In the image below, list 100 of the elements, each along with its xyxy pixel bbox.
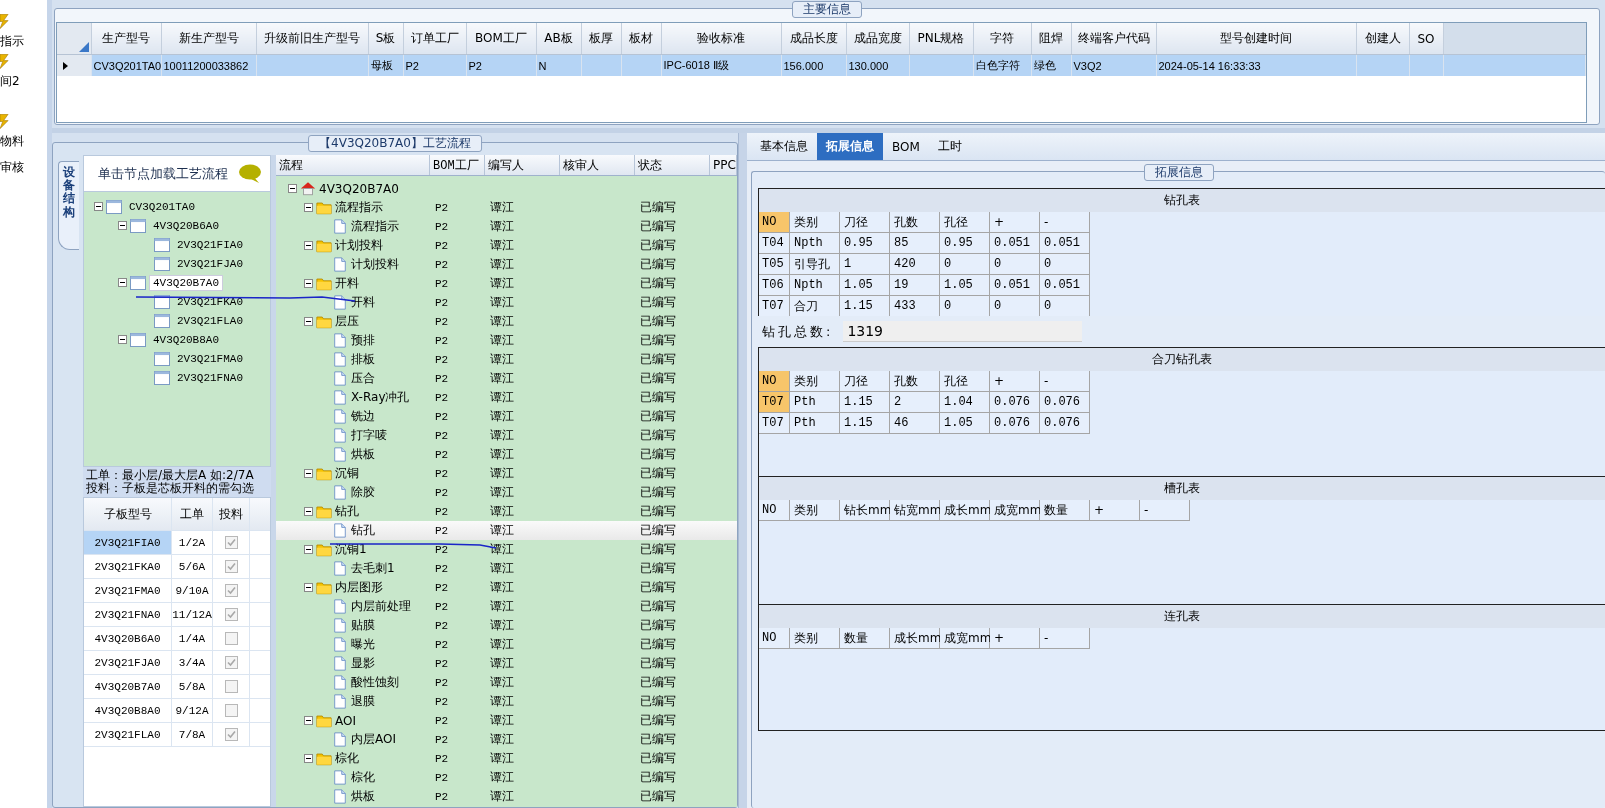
flow-row[interactable]: 开料 P2 谭江 已编写 xyxy=(276,293,737,312)
flow-row[interactable]: 去毛刺1 P2 谭江 已编写 xyxy=(276,559,737,578)
table-cell[interactable]: 2V3Q21FMA0 xyxy=(84,579,172,602)
column-header[interactable]: 类别 xyxy=(790,628,840,649)
tree-item[interactable]: 2V3Q21FNA0 xyxy=(173,369,247,386)
tree-item[interactable]: 2V3Q21FIA0 xyxy=(173,236,247,253)
column-header[interactable]: 流程 xyxy=(276,155,430,175)
sidebar-item[interactable]: 物料 xyxy=(0,133,24,150)
column-header[interactable]: 阻焊 xyxy=(1031,23,1071,55)
column-header[interactable]: 成长mm xyxy=(890,628,940,649)
column-header[interactable]: - xyxy=(1040,371,1090,392)
column-header[interactable]: 成宽mm xyxy=(990,500,1040,521)
column-header[interactable]: 升级前旧生产型号 xyxy=(256,23,368,55)
column-header[interactable]: SO xyxy=(1409,23,1443,55)
checkbox[interactable] xyxy=(224,728,238,741)
flow-row[interactable]: 内层AOI P2 谭江 已编写 xyxy=(276,730,737,749)
flow-row[interactable]: 打字唛 P2 谭江 已编写 xyxy=(276,426,737,445)
column-header[interactable]: 验收标准 xyxy=(661,23,781,55)
collapse-icon[interactable] xyxy=(118,335,127,344)
column-header[interactable]: BOM工厂 xyxy=(430,155,485,175)
column-header[interactable]: 成品长度 xyxy=(781,23,846,55)
collapse-icon[interactable] xyxy=(118,221,127,230)
flow-row[interactable]: 计划投料 P2 谭江 已编写 xyxy=(276,255,737,274)
flow-row[interactable]: 4V3Q20B7A0 xyxy=(276,179,737,198)
flow-row[interactable]: 贴膜 P2 谭江 已编写 xyxy=(276,616,737,635)
flow-row[interactable]: 烘板 P2 谭江 已编写 xyxy=(276,787,737,806)
collapse-icon[interactable] xyxy=(304,545,313,554)
collapse-icon[interactable] xyxy=(304,203,313,212)
column-header[interactable]: 板材 xyxy=(621,23,661,55)
checkbox[interactable] xyxy=(224,704,238,717)
collapse-icon[interactable] xyxy=(304,716,313,725)
column-header[interactable]: 数量 xyxy=(840,628,890,649)
table-row[interactable]: CV3Q201TA0 10011200033862 母板 P2 P2 N IPC-6018 Ⅱ级 156.000 130.000 白色字符 绿色 V3Q2 2024-05-14 16:33:33 xyxy=(57,54,1586,76)
table-cell[interactable]: 2V3Q21FJA0 xyxy=(84,651,172,674)
column-header[interactable]: - xyxy=(1140,500,1190,521)
tree-item[interactable]: CV3Q201TA0 xyxy=(125,198,199,215)
column-header[interactable]: 孔径 xyxy=(940,371,990,392)
column-header[interactable]: 字符 xyxy=(973,23,1031,55)
collapse-icon[interactable] xyxy=(304,507,313,516)
tree-item[interactable]: 2V3Q21FJA0 xyxy=(173,255,247,272)
table-cell[interactable]: 2V3Q21FLA0 xyxy=(84,723,172,746)
column-header[interactable]: + xyxy=(990,212,1040,233)
column-header[interactable]: 状态 xyxy=(635,155,710,175)
table-cell[interactable]: 2V3Q21FKA0 xyxy=(84,555,172,578)
table-cell[interactable]: 4V3Q20B8A0 xyxy=(84,699,172,722)
column-header[interactable]: 类别 xyxy=(790,500,840,521)
tree-item[interactable]: 4V3Q20B8A0 xyxy=(149,331,223,348)
flow-row[interactable]: 烘板 P2 谭江 已编写 xyxy=(276,445,737,464)
column-header[interactable]: 钻宽mm xyxy=(890,500,940,521)
tree-item[interactable]: 2V3Q21FKA0 xyxy=(173,293,247,310)
column-header[interactable]: NO xyxy=(759,371,790,392)
flow-row[interactable]: 棕化 P2 谭江 已编写 xyxy=(276,749,737,768)
tree-item[interactable]: 2V3Q21FMA0 xyxy=(173,350,247,367)
table-cell[interactable]: 4V3Q20B6A0 xyxy=(84,627,172,650)
flow-row[interactable]: 流程指示 P2 谭江 已编写 xyxy=(276,217,737,236)
sidebar-item[interactable]: 审核 xyxy=(0,159,24,176)
column-header[interactable]: - xyxy=(1040,212,1090,233)
column-header[interactable]: 孔径 xyxy=(940,212,990,233)
collapse-icon[interactable] xyxy=(304,317,313,326)
column-header[interactable]: S板 xyxy=(368,23,403,55)
checkbox[interactable] xyxy=(224,680,238,693)
flow-row[interactable]: 显影 P2 谭江 已编写 xyxy=(276,654,737,673)
table-cell[interactable]: 2V3Q21FNA0 xyxy=(84,603,172,626)
flow-row[interactable]: 退膜 P2 谭江 已编写 xyxy=(276,692,737,711)
column-header[interactable]: NO xyxy=(759,500,790,521)
collapse-icon[interactable] xyxy=(94,202,103,211)
tab[interactable]: 基本信息 xyxy=(751,133,817,160)
tab[interactable]: BOM xyxy=(883,133,929,160)
flow-row[interactable]: 酸性蚀刻 P2 谭江 已编写 xyxy=(276,673,737,692)
column-header[interactable]: 终端客户代码 xyxy=(1071,23,1156,55)
column-header[interactable]: 刀径 xyxy=(840,371,890,392)
flow-row[interactable]: X-Ray冲孔 P2 谭江 已编写 xyxy=(276,388,737,407)
collapse-icon[interactable] xyxy=(304,583,313,592)
column-header[interactable]: 创建人 xyxy=(1356,23,1409,55)
column-header[interactable]: 编写人 xyxy=(485,155,560,175)
tree-item[interactable]: 4V3Q20B7A0 xyxy=(149,274,223,291)
collapse-icon[interactable] xyxy=(304,279,313,288)
column-header[interactable]: 数量 xyxy=(1040,500,1090,521)
collapse-icon[interactable] xyxy=(288,184,297,193)
column-header[interactable]: 成品宽度 xyxy=(846,23,909,55)
flow-row[interactable]: 沉铜 P2 谭江 已编写 xyxy=(276,464,737,483)
flow-row[interactable]: 预排 P2 谭江 已编写 xyxy=(276,331,737,350)
checkbox[interactable] xyxy=(224,536,238,549)
column-header[interactable]: NO xyxy=(759,628,790,649)
column-header[interactable]: 刀径 xyxy=(840,212,890,233)
flow-row[interactable]: 钻孔 P2 谭江 已编写 xyxy=(276,502,737,521)
flow-row[interactable]: 钻孔 P2 谭江 已编写 xyxy=(276,521,737,540)
column-header[interactable]: 孔数 xyxy=(890,371,940,392)
checkbox[interactable] xyxy=(224,560,238,573)
column-header[interactable]: 新生产型号 xyxy=(161,23,256,55)
column-header[interactable]: PNL规格 xyxy=(909,23,973,55)
tab[interactable]: 拓展信息 xyxy=(817,133,883,160)
column-header[interactable]: 投料 xyxy=(213,498,250,530)
column-header[interactable]: + xyxy=(1090,500,1140,521)
collapse-icon[interactable] xyxy=(304,241,313,250)
column-header[interactable]: PPC xyxy=(710,155,737,175)
flow-row[interactable]: 计划投料 P2 谭江 已编写 xyxy=(276,236,737,255)
column-header[interactable]: 类别 xyxy=(790,212,840,233)
collapse-icon[interactable] xyxy=(118,278,127,287)
column-header[interactable]: 类别 xyxy=(790,371,840,392)
